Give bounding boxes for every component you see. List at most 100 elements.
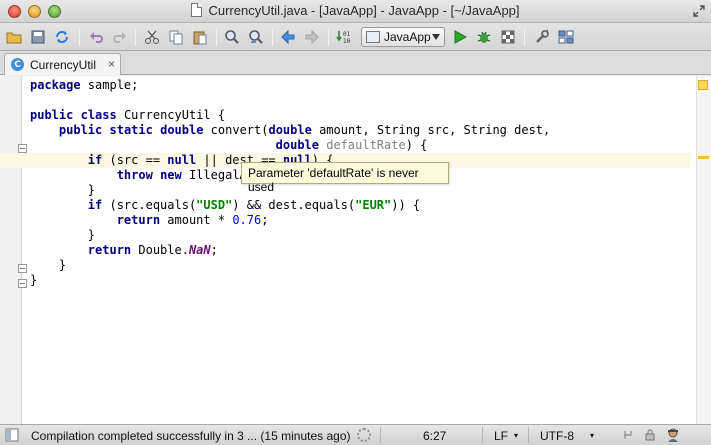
code-token: CurrencyUtil { xyxy=(116,108,226,122)
toolbar-separator xyxy=(328,28,329,46)
svg-text:10: 10 xyxy=(343,38,351,45)
replace-icon[interactable] xyxy=(246,27,266,47)
code-token: return xyxy=(116,213,161,227)
fullscreen-icon[interactable] xyxy=(693,5,705,17)
code-token: sample; xyxy=(80,78,139,92)
code-token: ; xyxy=(210,243,218,257)
background-tasks-icon[interactable] xyxy=(357,428,371,442)
code-token: } xyxy=(30,273,38,287)
code-token: (src.equals( xyxy=(102,198,197,212)
code-token: ; xyxy=(261,213,269,227)
code-token: static xyxy=(109,123,153,137)
code-token: double xyxy=(275,138,319,152)
toggle-tool-windows-icon[interactable] xyxy=(5,428,19,442)
code-token: } xyxy=(30,258,67,272)
code-line[interactable]: package sample; xyxy=(30,78,690,93)
hector-inspector-icon[interactable] xyxy=(665,427,681,443)
undo-icon[interactable] xyxy=(86,27,106,47)
status-separator xyxy=(380,427,381,443)
code-token: 0.76 xyxy=(232,213,262,227)
code-token: Double. xyxy=(131,243,189,257)
close-tab-button[interactable]: × xyxy=(108,57,115,71)
code-line[interactable]: return Double.NaN; xyxy=(30,243,690,258)
code-token: package xyxy=(30,78,81,92)
code-line[interactable]: public class CurrencyUtil { xyxy=(30,108,690,123)
code-editor[interactable]: package sample; public class CurrencyUti… xyxy=(0,76,711,424)
code-line[interactable]: public static double convert(double amou… xyxy=(30,123,690,138)
debug-icon[interactable] xyxy=(474,27,494,47)
code-token: ) && dest.equals( xyxy=(232,198,356,212)
code-line[interactable]: } xyxy=(30,273,690,288)
find-icon[interactable] xyxy=(222,27,242,47)
code-line[interactable]: return amount * 0.76; xyxy=(30,213,690,228)
file-icon xyxy=(191,3,203,17)
file-encoding[interactable]: UTF-8 xyxy=(540,429,574,443)
code-token: public xyxy=(58,123,103,137)
fold-marker-icon[interactable] xyxy=(18,279,27,288)
code-token: new xyxy=(160,168,182,182)
code-token: double xyxy=(268,123,312,137)
fold-marker-icon[interactable] xyxy=(18,264,27,273)
git-branch-icon[interactable] xyxy=(622,429,634,441)
code-line[interactable]: double defaultRate) { xyxy=(30,138,690,153)
code-token: class xyxy=(80,108,117,122)
code-line[interactable]: } xyxy=(30,183,690,198)
line-separator[interactable]: LF xyxy=(494,429,508,443)
redo-icon[interactable] xyxy=(110,27,130,47)
toolbar-separator xyxy=(216,28,217,46)
code-token: convert( xyxy=(203,123,269,137)
run-config-icon xyxy=(366,31,380,43)
code-token: NaN xyxy=(188,243,211,257)
lock-icon[interactable] xyxy=(645,429,655,441)
cut-icon[interactable] xyxy=(142,27,162,47)
run-icon[interactable] xyxy=(450,27,470,47)
coverage-icon[interactable] xyxy=(498,27,518,47)
run-configuration-label: JavaApp xyxy=(384,30,431,44)
chevron-down-icon xyxy=(432,34,440,40)
fold-marker-icon[interactable] xyxy=(18,144,27,153)
warning-stripe-mark[interactable] xyxy=(698,156,709,159)
paste-icon[interactable] xyxy=(190,27,210,47)
copy-icon[interactable] xyxy=(166,27,186,47)
warning-indicator-icon[interactable] xyxy=(698,80,708,90)
code-line[interactable]: if (src.equals("USD") && dest.equals("EU… xyxy=(30,198,690,213)
toolbar-separator xyxy=(135,28,136,46)
code-token: throw xyxy=(116,168,153,182)
synchronize-icon[interactable] xyxy=(52,27,72,47)
code-token: "USD" xyxy=(196,198,233,212)
tab-currencyutil[interactable]: C CurrencyUtil × xyxy=(4,53,121,75)
code-token: } xyxy=(30,228,96,242)
inspection-tooltip: Parameter 'defaultRate' is never used xyxy=(241,162,449,194)
status-message[interactable]: Compilation completed successfully in 3 … xyxy=(31,429,350,443)
code-line[interactable]: } xyxy=(30,258,690,273)
code-token: } xyxy=(30,183,96,197)
open-folder-icon[interactable] xyxy=(4,27,24,47)
save-all-icon[interactable] xyxy=(28,27,48,47)
status-bar: Compilation completed successfully in 3 … xyxy=(0,424,711,445)
forward-icon[interactable] xyxy=(302,27,322,47)
code-token: )) { xyxy=(391,198,421,212)
window-title-container: CurrencyUtil.java - [JavaApp] - JavaApp … xyxy=(0,3,711,18)
project-structure-icon[interactable] xyxy=(556,27,576,47)
run-configuration-select[interactable]: JavaApp xyxy=(361,27,445,47)
main-toolbar: 01 10 JavaApp xyxy=(0,23,711,51)
code-token: ) { xyxy=(405,138,428,152)
code-line[interactable] xyxy=(30,93,690,108)
make-project-icon[interactable]: 01 10 xyxy=(334,27,354,47)
title-bar: CurrencyUtil.java - [JavaApp] - JavaApp … xyxy=(0,0,711,23)
settings-icon[interactable] xyxy=(532,27,552,47)
tab-label: CurrencyUtil xyxy=(30,57,97,72)
code-line[interactable]: } xyxy=(30,228,690,243)
caret-position[interactable]: 6:27 xyxy=(423,429,446,443)
line-separator-chevron-icon: ▾ xyxy=(514,431,519,440)
code-token: if xyxy=(87,198,103,212)
back-icon[interactable] xyxy=(278,27,298,47)
code-token: double xyxy=(160,123,204,137)
